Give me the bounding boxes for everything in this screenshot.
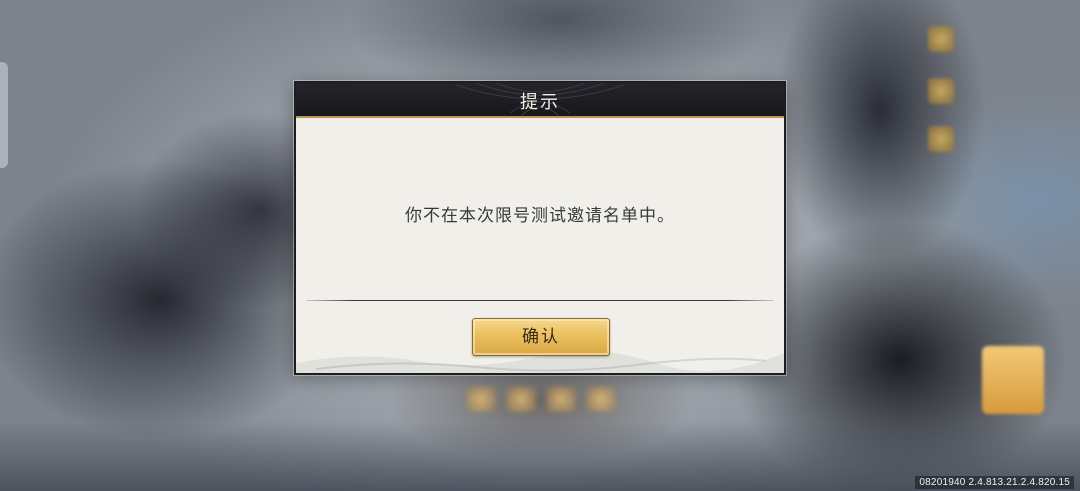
confirm-button[interactable]: 确认 [472,318,610,356]
game-screen: 08201940 2.4.813.21.2.4.820.15 提示 你不在本次限… [0,0,1080,491]
dialog-message: 你不在本次限号测试邀请名单中。 [405,206,675,226]
menu-icon-2[interactable] [928,78,954,104]
bottom-menu-icon-4[interactable] [586,386,616,412]
menu-icon-1[interactable] [928,26,954,52]
menu-icon-3[interactable] [928,126,954,152]
event-badge-icon[interactable] [982,346,1044,414]
dialog-title: 提示 [520,92,560,113]
dialog-divider [306,300,774,301]
version-label: 08201940 2.4.813.21.2.4.820.15 [915,476,1074,489]
bottom-menu-icon-2[interactable] [506,386,536,412]
alert-dialog: 提示 你不在本次限号测试邀请名单中。 确认 [294,81,786,375]
bottom-menu-icon-1[interactable] [466,386,496,412]
bottom-menu-icon-3[interactable] [546,386,576,412]
side-drawer-handle[interactable] [0,62,8,168]
dialog-body: 你不在本次限号测试邀请名单中。 [296,118,784,301]
dialog-header: 提示 [296,83,784,118]
